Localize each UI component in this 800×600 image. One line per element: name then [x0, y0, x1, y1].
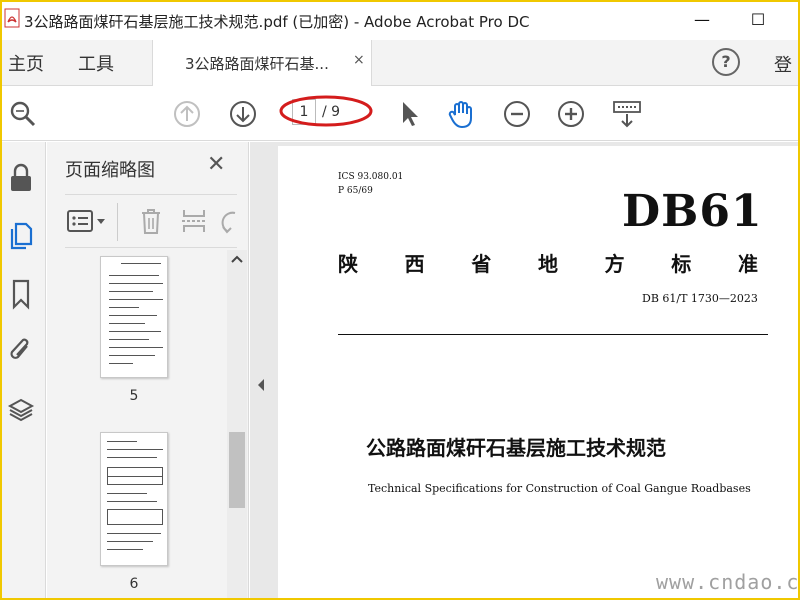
heading-char: 西 [404, 252, 425, 276]
panel-close-button[interactable]: ✕ [207, 152, 225, 177]
previous-page-icon[interactable] [172, 99, 202, 129]
thumbnail-list: 5 6 [47, 250, 227, 598]
left-rail [2, 142, 46, 598]
thumbnail-page-6[interactable] [100, 432, 168, 566]
zoom-search-icon[interactable] [8, 99, 38, 129]
watermark: www.cndao.com [656, 570, 798, 594]
heading-char: 省 [471, 252, 492, 276]
document-title-en: Technical Specifications for Constructio… [368, 482, 751, 495]
options-menu-icon[interactable] [67, 209, 111, 235]
minimize-button[interactable]: — [682, 8, 722, 32]
document-tab-label: 3公路路面煤矸石基... [185, 55, 329, 73]
signin-button[interactable]: 登 [774, 51, 792, 77]
panel-collapse-gutter[interactable] [250, 142, 272, 598]
help-icon[interactable]: ? [712, 48, 740, 76]
page-thumbnails-icon[interactable] [7, 220, 35, 252]
standard-number: DB 61/T 1730—2023 [642, 292, 758, 305]
tab-bar: 主页 工具 3公路路面煤矸石基... × ? 登 [2, 40, 798, 86]
close-tab-button[interactable]: × [353, 52, 365, 68]
hand-tool-icon[interactable] [446, 99, 476, 129]
thumbnail-scrollbar[interactable] [227, 250, 247, 598]
thumbnail-number: 5 [129, 388, 139, 404]
heading-char: 方 [604, 252, 625, 276]
page-thumbnails-panel: 页面缩略图 ✕ 5 6 [47, 142, 249, 598]
heading-char: 标 [671, 252, 692, 276]
acrobat-logo-icon [4, 8, 20, 28]
scroll-up-arrow-icon[interactable] [230, 254, 244, 264]
header-rule [338, 334, 768, 335]
document-view: ICS 93.080.01 P 65/69 DB61 陕 西 省 地 方 标 准… [272, 142, 798, 598]
window-title: 3公路路面煤矸石基层施工技术规范.pdf (已加密) - Adobe Acrob… [24, 13, 530, 31]
tab-document[interactable]: 3公路路面煤矸石基... × [152, 40, 372, 86]
heading-char: 陕 [338, 252, 358, 276]
layers-icon[interactable] [7, 394, 35, 426]
annotation-ellipse [279, 95, 373, 127]
delete-trash-icon[interactable] [139, 207, 163, 235]
heading-char: 地 [537, 252, 558, 276]
app-window: 3公路路面煤矸石基层施工技术规范.pdf (已加密) - Adobe Acrob… [2, 2, 798, 598]
maximize-button[interactable]: ☐ [738, 8, 778, 32]
keyboard-scroll-icon[interactable] [612, 99, 642, 129]
thumbnail-page-5[interactable] [100, 256, 168, 378]
thumbnail-number: 6 [129, 576, 139, 592]
extract-pages-icon[interactable] [181, 207, 207, 235]
scrollbar-thumb[interactable] [229, 432, 245, 508]
lock-icon[interactable] [7, 162, 35, 194]
title-bar: 3公路路面煤矸石基层施工技术规范.pdf (已加密) - Adobe Acrob… [2, 2, 798, 40]
zoom-in-icon[interactable] [556, 99, 586, 129]
attachment-icon[interactable] [7, 334, 35, 366]
collapse-arrow-icon[interactable] [256, 378, 266, 392]
heading-char: 准 [737, 252, 758, 276]
toolbar: 1 / 9 [2, 87, 798, 141]
next-page-icon[interactable] [228, 99, 258, 129]
classification-code: P 65/69 [338, 186, 373, 196]
tab-home[interactable]: 主页 [8, 50, 44, 76]
select-cursor-icon[interactable] [394, 99, 424, 129]
ics-code: ICS 93.080.01 [338, 172, 404, 182]
rotate-icon[interactable] [219, 207, 237, 235]
zoom-out-icon[interactable] [502, 99, 532, 129]
tab-tools[interactable]: 工具 [78, 50, 114, 76]
tool-divider [117, 203, 118, 241]
panel-title: 页面缩略图 [65, 160, 155, 181]
standard-code-heading: DB61 [622, 186, 763, 237]
standard-type-heading: 陕 西 省 地 方 标 准 [338, 248, 758, 277]
panel-tools [65, 194, 237, 248]
pdf-page: ICS 93.080.01 P 65/69 DB61 陕 西 省 地 方 标 准… [278, 146, 798, 598]
document-title-cn: 公路路面煤矸石基层施工技术规范 [366, 436, 666, 460]
bookmark-icon[interactable] [7, 278, 35, 310]
